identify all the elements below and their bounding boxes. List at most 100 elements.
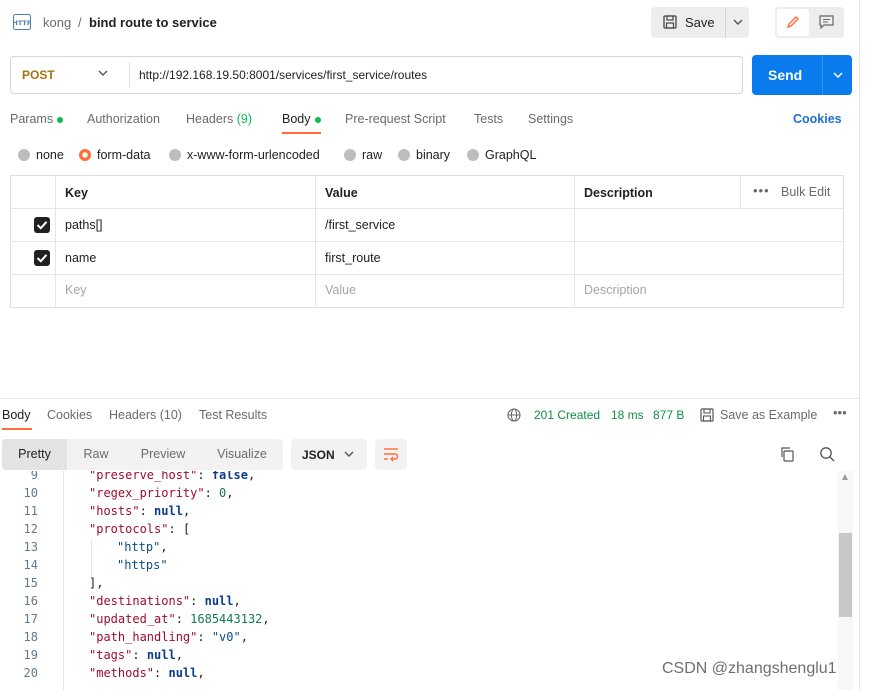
code-content: "hosts": null, [89, 504, 190, 518]
code-content: "tags": null, [89, 648, 183, 662]
save-options-button[interactable] [725, 7, 749, 38]
view-visualize-button[interactable]: Visualize [201, 439, 283, 470]
cookies-link[interactable]: Cookies [793, 112, 842, 126]
response-divider[interactable] [0, 398, 859, 399]
code-content: "http", [117, 540, 168, 554]
new-description-input[interactable]: Description [584, 283, 647, 297]
code-content: "protocols": [ [89, 522, 190, 536]
wrap-lines-button[interactable] [375, 439, 407, 470]
view-pretty-button[interactable]: Pretty [2, 439, 67, 470]
code-content: "path_handling": "v0", [89, 630, 248, 644]
breadcrumb-collection[interactable]: kong [43, 15, 71, 30]
view-raw-button[interactable]: Raw [67, 439, 125, 470]
request-name[interactable]: bind route to service [89, 15, 217, 30]
radio-x-www-form-urlencoded[interactable]: x-www-form-urlencoded [169, 148, 320, 162]
json-value: null [146, 648, 176, 662]
radio-graphql[interactable]: GraphQL [467, 148, 536, 162]
json-punctuation: , [226, 486, 234, 500]
json-punctuation: : [132, 648, 147, 662]
radio-none[interactable]: none [18, 148, 64, 162]
line-number: 9 [30, 471, 38, 482]
new-value-input[interactable]: Value [325, 283, 356, 297]
view-preview-button[interactable]: Preview [125, 439, 201, 470]
response-tab-cookies[interactable]: Cookies [47, 408, 92, 422]
more-options-icon[interactable]: ••• [833, 405, 847, 420]
response-size[interactable]: 877 B [653, 408, 684, 422]
pencil-icon [786, 16, 799, 29]
more-options-icon[interactable]: ••• [753, 183, 770, 198]
tab-params[interactable]: Params [10, 112, 64, 126]
row-checkbox[interactable] [34, 217, 50, 233]
url-divider [129, 62, 130, 88]
send-button[interactable]: Send [752, 55, 822, 95]
json-key: "regex_priority" [89, 486, 205, 500]
radio-form-data[interactable]: form-data [79, 148, 151, 162]
response-body-editor[interactable]: 9 "preserve_host": false, 10 "regex_priorit… [0, 471, 838, 690]
http-request-icon: HTTP [13, 14, 31, 30]
response-tab-test-results[interactable]: Test Results [199, 408, 267, 422]
new-key-input[interactable]: Key [65, 283, 87, 297]
json-value: null [204, 594, 234, 608]
save-icon [663, 15, 677, 29]
code-content: "updated_at": 1685443132, [89, 612, 270, 626]
json-punctuation: : [190, 594, 205, 608]
json-punctuation: : [175, 612, 191, 626]
save-as-example-button[interactable]: Save as Example [720, 408, 817, 422]
comments-button[interactable] [811, 9, 841, 36]
json-punctuation: : [154, 666, 169, 680]
radio-raw[interactable]: raw [344, 148, 382, 162]
params-indicator [57, 116, 64, 123]
copy-icon[interactable] [779, 446, 795, 462]
comment-icon [819, 15, 834, 29]
chevron-down-icon[interactable] [98, 70, 108, 77]
scrollbar-thumb[interactable] [839, 533, 852, 617]
url-input[interactable]: http://192.168.19.50:8001/services/first… [139, 68, 427, 82]
json-key: "path_handling" [89, 630, 198, 644]
active-tab-indicator [282, 132, 321, 134]
tab-body[interactable]: Body [282, 112, 321, 126]
column-header-description: Description [584, 186, 653, 200]
param-value[interactable]: /first_service [325, 218, 395, 232]
format-select[interactable]: JSON [291, 439, 367, 470]
bulk-edit-button[interactable]: Bulk Edit [781, 185, 830, 199]
radio-binary[interactable]: binary [398, 148, 450, 162]
json-punctuation: : [168, 522, 183, 536]
check-icon [36, 254, 48, 263]
response-tab-body[interactable]: Body [2, 408, 31, 422]
json-punctuation: , [262, 612, 270, 626]
param-key[interactable]: name [65, 251, 96, 265]
param-value[interactable]: first_route [325, 251, 381, 265]
row-checkbox[interactable] [34, 250, 50, 266]
param-key[interactable]: paths[] [65, 218, 103, 232]
search-icon[interactable] [819, 446, 835, 462]
save-icon [700, 408, 714, 422]
response-time[interactable]: 18 ms [611, 408, 644, 422]
code-content: "preserve_host": false, [89, 471, 255, 482]
json-punctuation: , [175, 648, 183, 662]
save-button[interactable]: Save [651, 7, 725, 38]
code-line: 16 "destinations": null, [0, 594, 838, 612]
json-value: ], [89, 576, 104, 590]
send-options-button[interactable] [822, 55, 852, 95]
line-number: 18 [23, 630, 38, 644]
tab-settings[interactable]: Settings [528, 112, 573, 126]
response-tab-headers[interactable]: Headers (10) [109, 408, 182, 422]
tab-headers[interactable]: Headers (9) [186, 112, 252, 126]
edit-mode-button[interactable] [777, 9, 809, 36]
format-label: JSON [302, 448, 335, 462]
method-select[interactable]: POST [22, 68, 55, 82]
json-punctuation: , [160, 540, 168, 554]
status-code[interactable]: 201 Created [534, 408, 600, 422]
tab-authorization[interactable]: Authorization [87, 112, 160, 126]
line-number: 15 [23, 576, 38, 590]
json-punctuation: , [197, 666, 205, 680]
json-punctuation: , [240, 630, 248, 644]
globe-icon[interactable] [507, 408, 521, 422]
active-response-tab-indicator [2, 428, 32, 430]
json-key: "protocols" [89, 522, 169, 536]
tab-tests[interactable]: Tests [474, 112, 503, 126]
json-value: "v0" [211, 630, 241, 644]
scroll-up-arrow[interactable] [842, 474, 848, 480]
tab-pre-request-script[interactable]: Pre-request Script [345, 112, 446, 126]
code-content: "https" [117, 558, 168, 572]
